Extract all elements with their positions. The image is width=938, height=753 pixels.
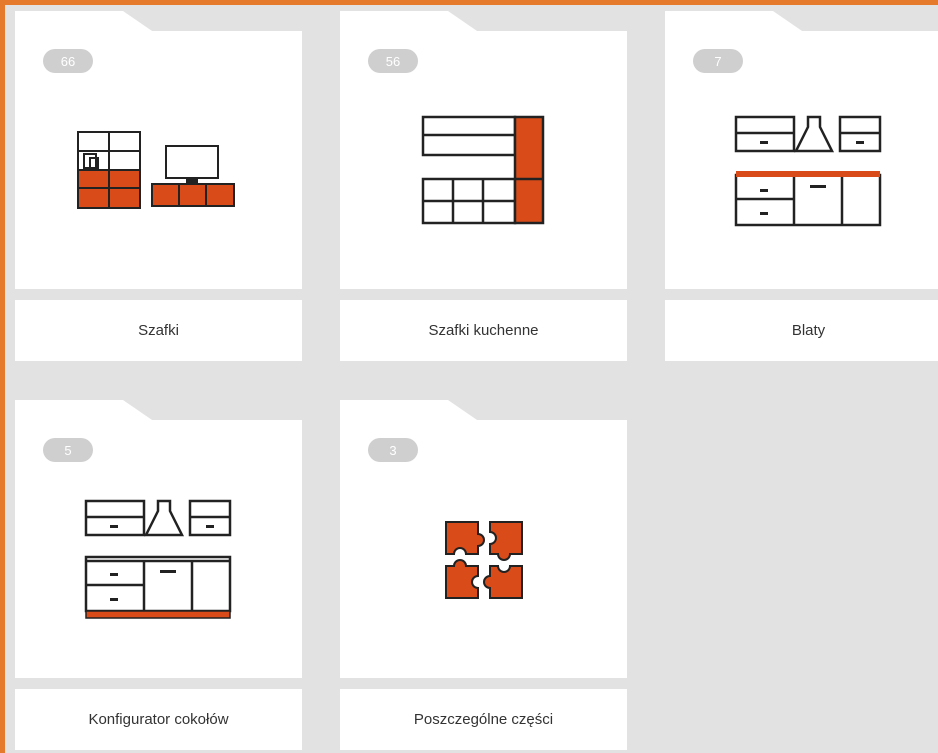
category-tile-szafki[interactable]: 66 Szafki: [15, 11, 302, 361]
tile-body: 3: [340, 420, 627, 678]
count-badge: 56: [368, 49, 418, 73]
category-tile-poszczegolne-czesci[interactable]: 3 Poszczególne części: [340, 400, 627, 750]
plinth-configurator-icon: [84, 499, 231, 619]
tile-tab: [15, 400, 155, 422]
tile-body: 7: [665, 31, 938, 289]
living-room-cabinets-icon: [76, 131, 235, 209]
tile-label: Blaty: [665, 300, 938, 361]
tile-tab: [15, 11, 155, 33]
tile-body: 5: [15, 420, 302, 678]
tile-label: Konfigurator cokołów: [15, 689, 302, 750]
tile-tab: [665, 11, 805, 33]
tile-label: Szafki: [15, 300, 302, 361]
tile-body: 66: [15, 31, 302, 289]
category-tile-szafki-kuchenne[interactable]: 56 Szafki kuchenne: [340, 11, 627, 361]
category-tile-blaty[interactable]: 7 Blaty: [665, 11, 938, 361]
tile-tab: [340, 11, 480, 33]
tile-label: Poszczególne części: [340, 689, 627, 750]
tile-label: Szafki kuchenne: [340, 300, 627, 361]
count-badge: 5: [43, 438, 93, 462]
category-grid: 66 Szafki 56 Szafki kuchenne 7 Blaty 5 K…: [0, 0, 938, 753]
tile-body: 56: [340, 31, 627, 289]
category-tile-konfigurator-cokolow[interactable]: 5 Konfigurator cokołów: [15, 400, 302, 750]
countertop-icon: [734, 115, 881, 227]
count-badge: 7: [693, 49, 743, 73]
kitchen-cabinets-icon: [421, 115, 544, 225]
puzzle-parts-icon: [444, 521, 523, 599]
count-badge: 66: [43, 49, 93, 73]
tile-tab: [340, 400, 480, 422]
count-badge: 3: [368, 438, 418, 462]
